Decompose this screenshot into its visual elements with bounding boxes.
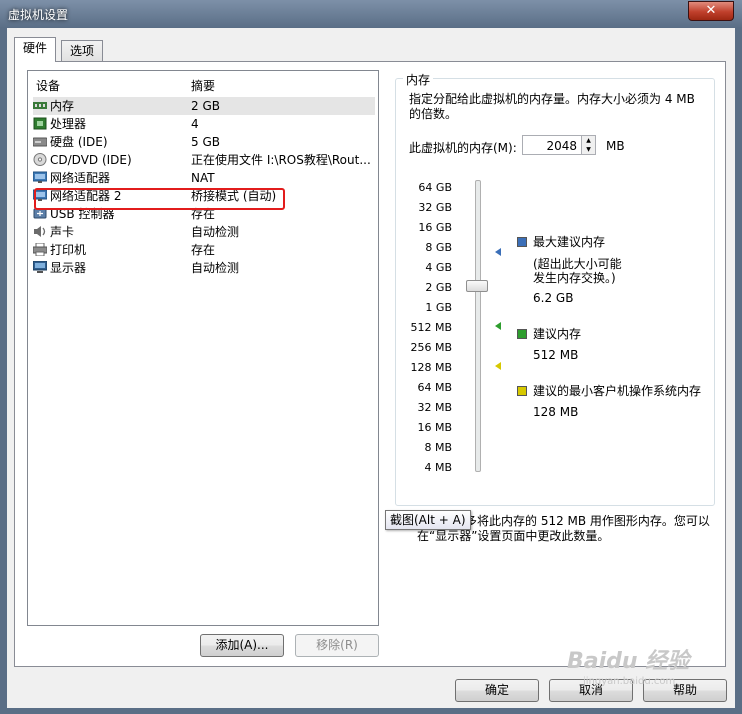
device-summary: 自动检测	[191, 261, 240, 275]
network-adapter-icon	[33, 171, 47, 183]
ok-button[interactable]: 确定	[455, 679, 539, 702]
device-summary: 正在使用文件 I:\ROS教程\Rout...	[191, 153, 371, 167]
device-summary: 5 GB	[191, 135, 220, 149]
close-button[interactable]: ✕	[688, 1, 734, 21]
device-row-memory[interactable]: 内存 2 GB	[33, 97, 375, 115]
device-summary: 4	[191, 117, 199, 131]
device-row-sound-card[interactable]: 声卡 自动检测	[33, 223, 375, 241]
memory-tick-label: 32 MB	[417, 401, 452, 414]
min-recommended-value: 128 MB	[533, 405, 579, 419]
memory-tick-label: 2 GB	[425, 281, 452, 294]
recommended-marker-icon	[495, 322, 501, 330]
memory-tick-label: 16 GB	[418, 221, 452, 234]
device-row-cpu[interactable]: 处理器 4	[33, 115, 375, 133]
recommended-value: 512 MB	[533, 348, 579, 362]
memory-description: 指定分配给此虚拟机的内存量。内存大小必须为 4 MB 的倍数。	[409, 92, 695, 121]
memory-tick-label: 512 MB	[410, 321, 452, 334]
column-header-summary[interactable]: 摘要	[191, 77, 215, 94]
memory-field-label: 此虚拟机的内存(M):	[409, 141, 517, 155]
memory-tick-label: 8 GB	[425, 241, 452, 254]
column-header-device[interactable]: 设备	[36, 77, 60, 94]
device-name: 网络适配器	[50, 171, 111, 185]
title-bar[interactable]: 虚拟机设置 ✕	[0, 0, 742, 28]
memory-group-title: 内存	[403, 71, 434, 88]
remove-device-button[interactable]: 移除(R)	[295, 634, 379, 657]
memory-icon	[33, 102, 47, 109]
dialog-client-area: 硬件 选项 设备 摘要 内存 2 GB 处理器 4 硬盘 (IDE) 5 GB	[7, 28, 735, 708]
max-recommended-note: (超出此大小可能	[533, 257, 622, 271]
device-summary: 2 GB	[191, 99, 220, 113]
memory-tick-label: 16 MB	[417, 421, 452, 434]
screenshot-tooltip: 截图(Alt + A)	[385, 510, 471, 530]
min-recommended-marker-icon	[495, 362, 501, 370]
memory-slider-thumb[interactable]	[466, 280, 488, 292]
memory-tick-label: 64 MB	[417, 381, 452, 394]
memory-size-input[interactable]: 2048	[522, 135, 582, 155]
recommended-title: 建议内存	[533, 327, 582, 341]
device-row-printer[interactable]: 打印机 存在	[33, 241, 375, 259]
spin-down-icon[interactable]: ▼	[582, 145, 595, 154]
memory-unit-label: MB	[606, 139, 625, 153]
device-name: 内存	[50, 99, 75, 113]
tab-options[interactable]: 选项	[61, 40, 104, 61]
hard-disk-icon	[33, 137, 47, 147]
device-row-cd-dvd[interactable]: CD/DVD (IDE) 正在使用文件 I:\ROS教程\Rout...	[33, 151, 375, 169]
memory-tick-label: 128 MB	[410, 361, 452, 374]
device-name: CD/DVD (IDE)	[50, 153, 132, 167]
memory-tick-label: 256 MB	[410, 341, 452, 354]
device-row-network-adapter[interactable]: 网络适配器 NAT	[33, 169, 375, 187]
device-name: 声卡	[50, 225, 75, 239]
watermark-logo: Baidu 经验	[567, 649, 690, 674]
device-summary: 自动检测	[191, 225, 240, 239]
device-list[interactable]: 设备 摘要 内存 2 GB 处理器 4 硬盘 (IDE) 5 GB CD/DVD…	[27, 70, 379, 626]
min-recommended-legend-icon	[517, 386, 527, 396]
max-recommended-value: 6.2 GB	[533, 291, 574, 305]
red-highlight-annotation	[34, 188, 285, 210]
device-summary: NAT	[191, 171, 215, 185]
memory-tick-label: 4 MB	[424, 461, 452, 474]
max-recommended-title: 最大建议内存	[533, 235, 606, 249]
memory-tick-label: 32 GB	[418, 201, 452, 214]
memory-slider-track[interactable]	[475, 180, 481, 472]
printer-icon	[33, 243, 47, 256]
vm-settings-window: 虚拟机设置 ✕ 硬件 选项 设备 摘要 内存 2 GB 处理器 4 硬盘 (ID…	[0, 0, 742, 714]
device-name: 硬盘 (IDE)	[50, 135, 108, 149]
memory-tick-label: 64 GB	[418, 181, 452, 194]
device-row-hard-disk[interactable]: 硬盘 (IDE) 5 GB	[33, 133, 375, 151]
max-recommended-note: 发生内存交换。)	[533, 271, 616, 285]
add-device-button[interactable]: 添加(A)...	[200, 634, 284, 657]
device-name: 处理器	[50, 117, 87, 131]
max-recommended-marker-icon	[495, 248, 501, 256]
max-recommended-legend-icon	[517, 237, 527, 247]
memory-tick-label: 8 MB	[424, 441, 452, 454]
memory-spinner[interactable]: ▲ ▼	[582, 135, 596, 155]
tab-hardware[interactable]: 硬件	[14, 37, 57, 62]
watermark-url: jingyan.baidu.com	[583, 676, 676, 687]
window-title: 虚拟机设置	[8, 8, 69, 22]
spin-up-icon[interactable]: ▲	[582, 136, 595, 145]
display-icon	[33, 261, 47, 273]
device-name: 显示器	[50, 261, 87, 275]
device-name: 打印机	[50, 243, 87, 257]
cd-dvd-icon	[33, 153, 47, 166]
memory-tick-label: 1 GB	[425, 301, 452, 314]
cpu-icon	[33, 117, 47, 130]
device-row-display[interactable]: 显示器 自动检测	[33, 259, 375, 277]
sound-card-icon	[34, 226, 46, 237]
memory-tick-label: 4 GB	[425, 261, 452, 274]
min-recommended-title: 建议的最小客户机操作系统内存	[533, 384, 702, 398]
device-summary: 存在	[191, 243, 216, 257]
graphics-note-line: 在“显示器”设置页面中更改此数量。	[417, 529, 610, 543]
recommended-legend-icon	[517, 329, 527, 339]
